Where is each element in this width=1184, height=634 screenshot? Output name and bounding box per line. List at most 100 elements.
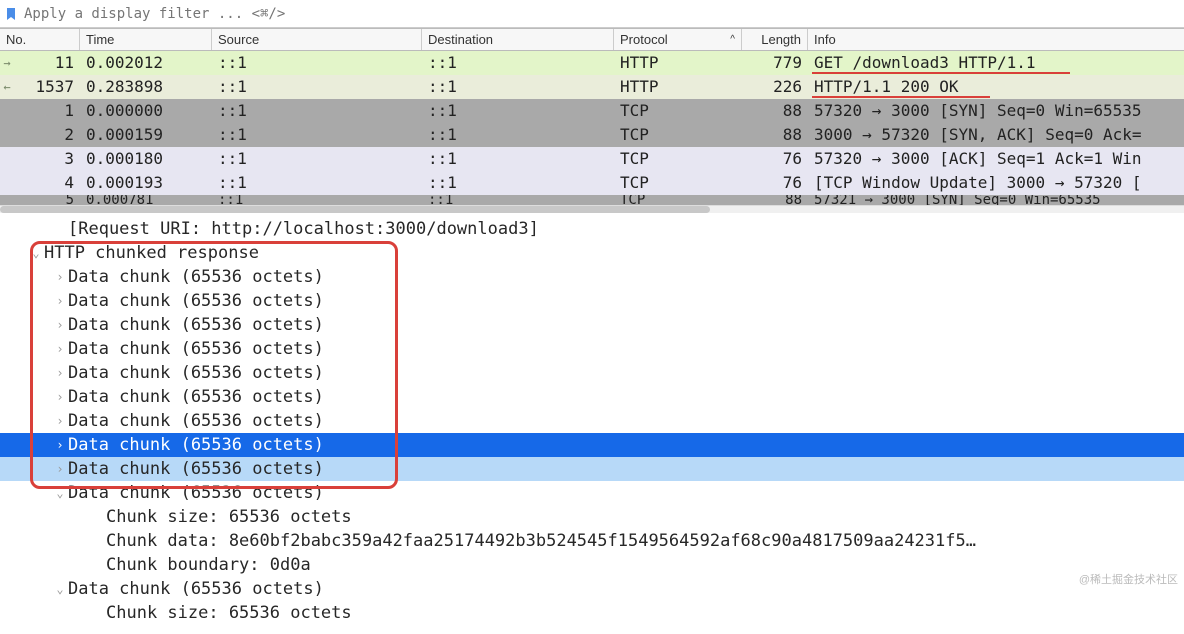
tree-label: Data chunk (65536 octets) [68, 265, 324, 289]
chevron-right-icon: › [52, 457, 68, 481]
cell-length: 76 [742, 171, 808, 195]
column-header-time[interactable]: Time [80, 29, 212, 50]
tree-item-data-chunk[interactable]: › Data chunk (65536 octets) [0, 385, 1184, 409]
cell-source: ::1 [212, 147, 422, 171]
cell-length: 76 [742, 147, 808, 171]
tree-label: [Request URI: http://localhost:3000/down… [68, 217, 539, 241]
cell-no: 1537 [14, 75, 80, 99]
cell-protocol: TCP [614, 195, 742, 205]
packet-list-body[interactable]: → 11 0.002012 ::1 ::1 HTTP 779 GET /down… [0, 51, 1184, 205]
cell-length: 88 [742, 195, 808, 205]
table-row[interactable]: 5 0.000781 ::1 ::1 TCP 88 57321 → 3000 [… [0, 195, 1184, 205]
cell-no: 11 [14, 51, 80, 75]
table-row[interactable]: 1 0.000000 ::1 ::1 TCP 88 57320 → 3000 [… [0, 99, 1184, 123]
filter-bar [0, 0, 1184, 28]
cell-time: 0.000781 [80, 195, 212, 205]
tree-label: Data chunk (65536 octets) [68, 577, 324, 601]
tree-item-data-chunk[interactable]: › Data chunk (65536 octets) [0, 289, 1184, 313]
table-row[interactable]: 3 0.000180 ::1 ::1 TCP 76 57320 → 3000 [… [0, 147, 1184, 171]
tree-item-chunk-size[interactable]: Chunk size: 65536 octets [0, 601, 1184, 625]
column-header-source[interactable]: Source [212, 29, 422, 50]
chevron-down-icon: ⌄ [28, 241, 44, 265]
cell-destination: ::1 [422, 147, 614, 171]
display-filter-input[interactable] [22, 0, 1180, 27]
cell-length: 226 [742, 75, 808, 99]
cell-no: 2 [14, 123, 80, 147]
tree-item-data-chunk[interactable]: › Data chunk (65536 octets) [0, 313, 1184, 337]
watermark: @稀土掘金技术社区 [1079, 568, 1178, 592]
cell-time: 0.002012 [80, 51, 212, 75]
cell-protocol: TCP [614, 171, 742, 195]
horizontal-scrollbar[interactable] [0, 205, 1184, 213]
table-row[interactable]: → 11 0.002012 ::1 ::1 HTTP 779 GET /down… [0, 51, 1184, 75]
sort-indicator-icon: ^ [730, 34, 735, 45]
tree-item-data-chunk-open[interactable]: ⌄ Data chunk (65536 octets) [0, 577, 1184, 601]
chevron-down-icon: ⌄ [52, 577, 68, 601]
cell-info: 57321 → 3000 [SYN] Seq=0 Win=65535 [808, 195, 1184, 205]
cell-info: 57320 → 3000 [ACK] Seq=1 Ack=1 Win [808, 147, 1184, 171]
annotation-underline [812, 72, 1070, 74]
bookmark-icon[interactable] [4, 7, 18, 21]
tree-label: Chunk boundary: 0d0a [106, 553, 311, 577]
cell-no: 5 [14, 195, 80, 205]
tree-label: HTTP chunked response [44, 241, 259, 265]
tree-label: Data chunk (65536 octets) [68, 313, 324, 337]
related-arrow-icon: ← [0, 80, 14, 94]
tree-item-chunk-data[interactable]: Chunk data: 8e60bf2babc359a42faa25174492… [0, 529, 1184, 553]
column-header-destination[interactable]: Destination [422, 29, 614, 50]
tree-item-data-chunk[interactable]: › Data chunk (65536 octets) [0, 361, 1184, 385]
tree-item-data-chunk-selected[interactable]: › Data chunk (65536 octets) [0, 433, 1184, 457]
column-header-length[interactable]: Length [742, 29, 808, 50]
cell-info: [TCP Window Update] 3000 → 57320 [ [808, 171, 1184, 195]
tree-item-data-chunk[interactable]: › Data chunk (65536 octets) [0, 265, 1184, 289]
tree-label: Data chunk (65536 octets) [68, 385, 324, 409]
chevron-right-icon: › [52, 337, 68, 361]
cell-protocol: TCP [614, 99, 742, 123]
cell-source: ::1 [212, 195, 422, 205]
annotation-underline [812, 96, 990, 98]
scrollbar-thumb[interactable] [0, 206, 710, 213]
tree-label: Data chunk (65536 octets) [68, 481, 324, 505]
tree-item-data-chunk[interactable]: › Data chunk (65536 octets) [0, 409, 1184, 433]
column-header-protocol[interactable]: Protocol ^ [614, 29, 742, 50]
tree-item-chunk-boundary[interactable]: Chunk boundary: 0d0a [0, 553, 1184, 577]
table-row[interactable]: ← 1537 0.283898 ::1 ::1 HTTP 226 HTTP/1.… [0, 75, 1184, 99]
tree-label: Data chunk (65536 octets) [68, 457, 324, 481]
cell-time: 0.000159 [80, 123, 212, 147]
tree-item-data-chunk[interactable]: › Data chunk (65536 octets) [0, 337, 1184, 361]
packet-details-tree[interactable]: [Request URI: http://localhost:3000/down… [0, 213, 1184, 634]
cell-source: ::1 [212, 99, 422, 123]
related-arrow-icon: → [0, 56, 14, 70]
cell-protocol: HTTP [614, 75, 742, 99]
cell-protocol: HTTP [614, 51, 742, 75]
cell-info: 3000 → 57320 [SYN, ACK] Seq=0 Ack= [808, 123, 1184, 147]
tree-label: Chunk size: 65536 octets [106, 505, 352, 529]
tree-label: Chunk size: 65536 octets [106, 601, 352, 625]
chevron-right-icon: › [52, 385, 68, 409]
tree-item-chunked-response[interactable]: ⌄ HTTP chunked response [0, 241, 1184, 265]
packet-list: No. Time Source Destination Protocol ^ L… [0, 28, 1184, 213]
chevron-down-icon: ⌄ [52, 481, 68, 505]
cell-length: 88 [742, 123, 808, 147]
cell-info: 57320 → 3000 [SYN] Seq=0 Win=65535 [808, 99, 1184, 123]
tree-item-chunk-size[interactable]: Chunk size: 65536 octets [0, 505, 1184, 529]
tree-label: Data chunk (65536 octets) [68, 289, 324, 313]
chevron-right-icon: › [52, 313, 68, 337]
tree-item-data-chunk-open[interactable]: ⌄ Data chunk (65536 octets) [0, 481, 1184, 505]
tree-label: Data chunk (65536 octets) [68, 409, 324, 433]
cell-source: ::1 [212, 51, 422, 75]
table-row[interactable]: 4 0.000193 ::1 ::1 TCP 76 [TCP Window Up… [0, 171, 1184, 195]
column-header-info[interactable]: Info [808, 29, 1184, 50]
cell-time: 0.000193 [80, 171, 212, 195]
table-row[interactable]: 2 0.000159 ::1 ::1 TCP 88 3000 → 57320 [… [0, 123, 1184, 147]
cell-protocol: TCP [614, 147, 742, 171]
cell-no: 1 [14, 99, 80, 123]
cell-no: 4 [14, 171, 80, 195]
cell-source: ::1 [212, 123, 422, 147]
tree-item-data-chunk[interactable]: › Data chunk (65536 octets) [0, 457, 1184, 481]
tree-item-request-uri[interactable]: [Request URI: http://localhost:3000/down… [0, 217, 1184, 241]
cell-destination: ::1 [422, 51, 614, 75]
cell-source: ::1 [212, 171, 422, 195]
column-header-no[interactable]: No. [0, 29, 80, 50]
cell-destination: ::1 [422, 171, 614, 195]
